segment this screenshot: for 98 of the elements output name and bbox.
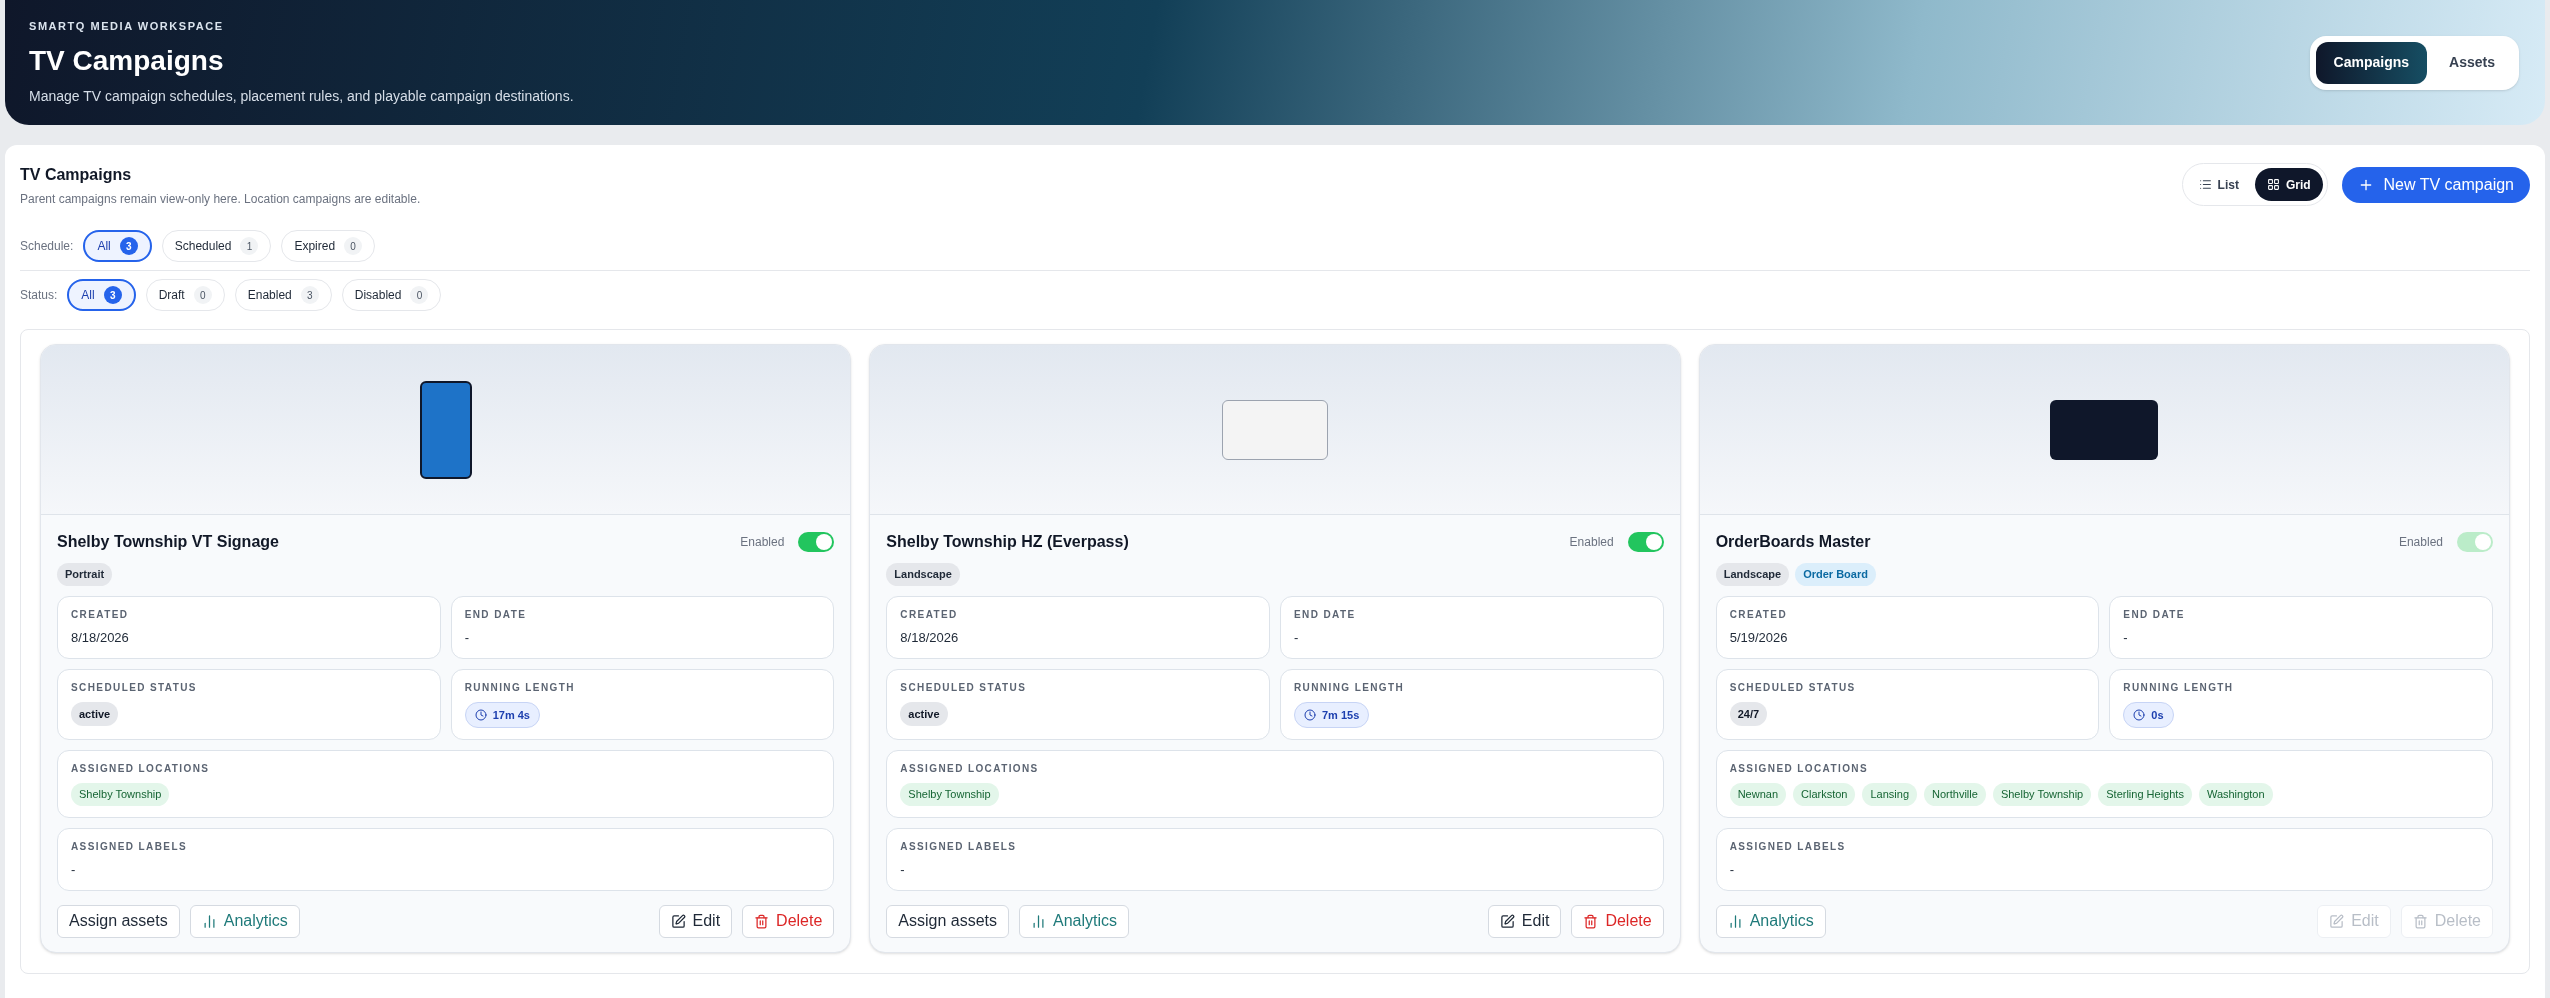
tag: Portrait: [57, 563, 113, 586]
duration-pill: 7m 15s: [1294, 701, 1370, 728]
field-value: 5/19/2026: [1729, 628, 1789, 647]
status-pill: active: [900, 701, 948, 726]
field-label: CREATED: [71, 607, 130, 622]
field-value: -: [2123, 628, 2129, 647]
field-value: -: [1294, 628, 1300, 647]
location-tag: Shelby Township: [71, 783, 170, 806]
status-pill: 24/7: [1729, 701, 1768, 726]
field-label: END DATE: [464, 607, 528, 622]
edit-button[interactable]: Edit: [658, 904, 733, 938]
count-badge: 1: [240, 237, 259, 255]
location-tag: Washington: [2198, 783, 2273, 806]
field-label: END DATE: [2123, 607, 2186, 622]
location-tag: Shelby Township: [1992, 783, 2092, 806]
edit-button[interactable]: Edit: [1487, 904, 1562, 938]
trash-icon: [1583, 913, 1599, 929]
delete-button[interactable]: Delete: [1571, 904, 1664, 938]
count-badge: 3: [103, 286, 122, 304]
tag: Order Board: [1795, 563, 1876, 586]
campaign-title: Shelby Township VT Signage: [57, 532, 279, 552]
clock-icon: [474, 708, 487, 721]
analytics-button[interactable]: Analytics: [1715, 904, 1826, 938]
edit-icon: [670, 913, 686, 929]
location-tag: Lansing: [1862, 783, 1918, 806]
list-icon: [2198, 178, 2212, 191]
toggle-label: Enabled: [1569, 534, 1614, 551]
bar-chart-icon: [1727, 913, 1743, 929]
field-value: -: [71, 860, 77, 879]
field-label: RUNNING LENGTH: [2123, 680, 2235, 695]
new-campaign-button[interactable]: New TV campaign: [2341, 166, 2530, 203]
section-subtitle: Parent campaigns remain view-only here. Location campaigns are editable.: [20, 191, 421, 208]
campaign-title: OrderBoards Master: [1715, 532, 1871, 552]
field-value: 8/18/2026: [900, 628, 960, 647]
grid-icon: [2266, 178, 2280, 191]
bar-chart-icon: [1031, 913, 1047, 929]
location-tag: Northville: [1924, 783, 1986, 806]
field-value: 8/18/2026: [71, 628, 130, 647]
section-title: TV Campaigns: [20, 165, 133, 185]
count-badge: 3: [300, 286, 319, 304]
field-label: ASSIGNED LABELS: [900, 839, 1018, 854]
eyebrow-text: SMARTQ MEDIA WORKSPACE: [29, 18, 225, 34]
page-subtitle: Manage TV campaign schedules, placement rules, and playable campaign destinations.: [29, 87, 574, 107]
field-label: ASSIGNED LOCATIONS: [900, 762, 1040, 776]
trash-icon: [754, 913, 770, 929]
field-value: -: [464, 628, 470, 647]
edit-icon: [2329, 913, 2345, 929]
location-tag: Shelby Township: [900, 783, 999, 806]
status-pill: active: [71, 701, 119, 726]
toggle-label: Enabled: [740, 534, 785, 551]
trash-icon: [2412, 913, 2428, 929]
count-badge: 3: [119, 237, 138, 255]
campaign-title: Shelby Township HZ (Everpass): [886, 532, 1129, 552]
assign-button[interactable]: Assign assets: [886, 904, 1010, 938]
analytics-button[interactable]: Analytics: [189, 904, 300, 938]
bar-chart-icon: [201, 913, 217, 929]
delete-button[interactable]: Delete: [742, 904, 835, 938]
edit-icon: [1499, 913, 1515, 929]
field-label: CREATED: [1729, 607, 1789, 622]
field-label: CREATED: [900, 607, 959, 622]
clock-icon: [2133, 708, 2146, 721]
tag: Landscape: [886, 563, 960, 586]
view-option[interactable]: List: [2186, 168, 2251, 201]
field-label: END DATE: [1294, 607, 1357, 622]
filter-chip[interactable]: All 3: [67, 279, 136, 311]
nav-tab[interactable]: Campaigns: [2315, 41, 2428, 84]
count-badge: 0: [344, 237, 363, 255]
field-label: ASSIGNED LABELS: [1729, 839, 1847, 854]
toggle-label: Enabled: [2398, 534, 2443, 551]
location-tag: Newnan: [1729, 783, 1786, 806]
toggle-switch[interactable]: [798, 532, 835, 552]
field-value: -: [900, 860, 906, 879]
view-option[interactable]: Grid: [2254, 168, 2323, 201]
toggle-switch[interactable]: [1627, 532, 1664, 552]
tag: Landscape: [1715, 563, 1790, 586]
location-tag: Sterling Heights: [2098, 783, 2192, 806]
filter-label: Status:: [20, 287, 58, 304]
analytics-button[interactable]: Analytics: [1019, 904, 1130, 938]
field-label: ASSIGNED LOCATIONS: [1729, 762, 1869, 776]
count-badge: 0: [410, 286, 429, 304]
field-label: ASSIGNED LOCATIONS: [71, 762, 211, 776]
field-label: SCHEDULED STATUS: [71, 680, 198, 695]
field-value: -: [1729, 860, 1735, 879]
duration-pill: 17m 4s: [464, 701, 540, 728]
assign-button[interactable]: Assign assets: [57, 904, 180, 938]
page-title: TV Campaigns: [29, 44, 225, 79]
nav-tab[interactable]: Assets: [2431, 41, 2513, 84]
clock-icon: [1304, 708, 1316, 721]
filter-label: Schedule:: [20, 238, 74, 255]
duration-pill: 0s: [2123, 701, 2174, 728]
field-label: RUNNING LENGTH: [464, 680, 576, 695]
field-label: SCHEDULED STATUS: [1729, 680, 1857, 695]
field-label: RUNNING LENGTH: [1294, 680, 1406, 695]
field-label: SCHEDULED STATUS: [900, 680, 1028, 695]
field-label: ASSIGNED LABELS: [71, 839, 188, 854]
count-badge: 0: [193, 286, 212, 304]
location-tag: Clarkston: [1793, 783, 1856, 806]
filter-chip[interactable]: All 3: [83, 230, 152, 262]
